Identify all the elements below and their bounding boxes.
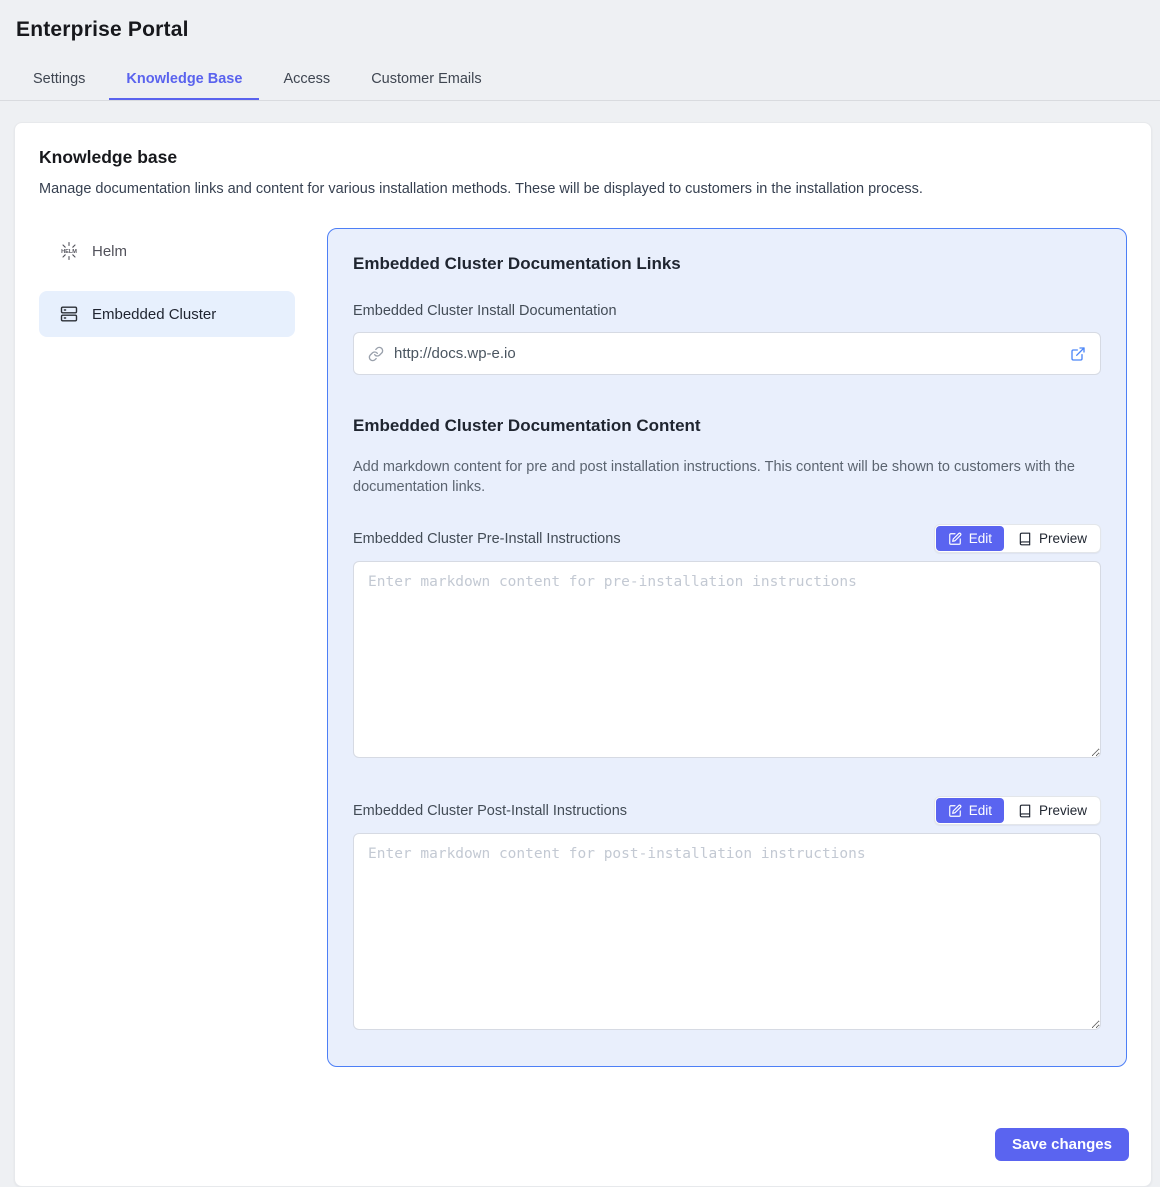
install-doc-url-input[interactable]	[394, 345, 1060, 362]
header-divider	[0, 100, 1160, 101]
pre-install-label: Embedded Cluster Pre-Install Instruction…	[353, 531, 621, 547]
sidebar-item-label: Embedded Cluster	[92, 306, 216, 323]
book-icon	[1018, 532, 1032, 546]
edit-button-label: Edit	[969, 531, 992, 546]
install-doc-label: Embedded Cluster Install Documentation	[353, 303, 1101, 319]
page-title: Enterprise Portal	[16, 18, 189, 42]
section-title: Knowledge base	[39, 147, 1127, 168]
preview-mode-button[interactable]: Preview	[1006, 798, 1099, 823]
post-install-editor: Embedded Cluster Post-Install Instructio…	[353, 796, 1101, 1030]
post-install-mode-toggle: Edit Preview	[934, 796, 1101, 825]
content-heading: Embedded Cluster Documentation Content	[353, 416, 1101, 436]
helm-icon: HELM	[59, 241, 79, 261]
embedded-cluster-panel: Embedded Cluster Documentation Links Emb…	[327, 228, 1127, 1067]
preview-mode-button[interactable]: Preview	[1006, 526, 1099, 551]
section-description: Manage documentation links and content f…	[39, 181, 1127, 197]
pencil-square-icon	[948, 804, 962, 818]
sidebar-item-label: Helm	[92, 243, 127, 260]
tab-settings[interactable]: Settings	[16, 58, 102, 101]
tab-customer-emails[interactable]: Customer Emails	[354, 58, 498, 101]
pencil-square-icon	[948, 532, 962, 546]
edit-mode-button[interactable]: Edit	[936, 526, 1004, 551]
sidebar-item-helm[interactable]: HELM Helm	[39, 228, 295, 274]
knowledge-base-card: Knowledge base Manage documentation link…	[14, 122, 1152, 1187]
save-changes-button[interactable]: Save changes	[995, 1128, 1129, 1161]
helm-icon-text: HELM	[61, 249, 77, 255]
sidebar-item-embedded-cluster[interactable]: Embedded Cluster	[39, 291, 295, 337]
install-method-list: HELM Helm Embedded Cluster	[39, 228, 295, 354]
post-install-textarea[interactable]	[353, 833, 1101, 1030]
pre-install-textarea[interactable]	[353, 561, 1101, 758]
external-link-icon[interactable]	[1070, 346, 1086, 362]
tab-knowledge-base[interactable]: Knowledge Base	[109, 58, 259, 101]
pre-install-mode-toggle: Edit Preview	[934, 524, 1101, 553]
tab-access[interactable]: Access	[266, 58, 347, 101]
link-icon	[368, 346, 384, 362]
preview-button-label: Preview	[1039, 803, 1087, 818]
pre-install-editor: Embedded Cluster Pre-Install Instruction…	[353, 524, 1101, 758]
install-doc-input-wrap	[353, 332, 1101, 375]
edit-button-label: Edit	[969, 803, 992, 818]
edit-mode-button[interactable]: Edit	[936, 798, 1004, 823]
post-install-label: Embedded Cluster Post-Install Instructio…	[353, 803, 627, 819]
preview-button-label: Preview	[1039, 531, 1087, 546]
book-icon	[1018, 804, 1032, 818]
links-heading: Embedded Cluster Documentation Links	[353, 254, 1101, 274]
content-description: Add markdown content for pre and post in…	[353, 457, 1101, 497]
tab-bar: Settings Knowledge Base Access Customer …	[16, 58, 499, 101]
server-stack-icon	[59, 304, 79, 324]
